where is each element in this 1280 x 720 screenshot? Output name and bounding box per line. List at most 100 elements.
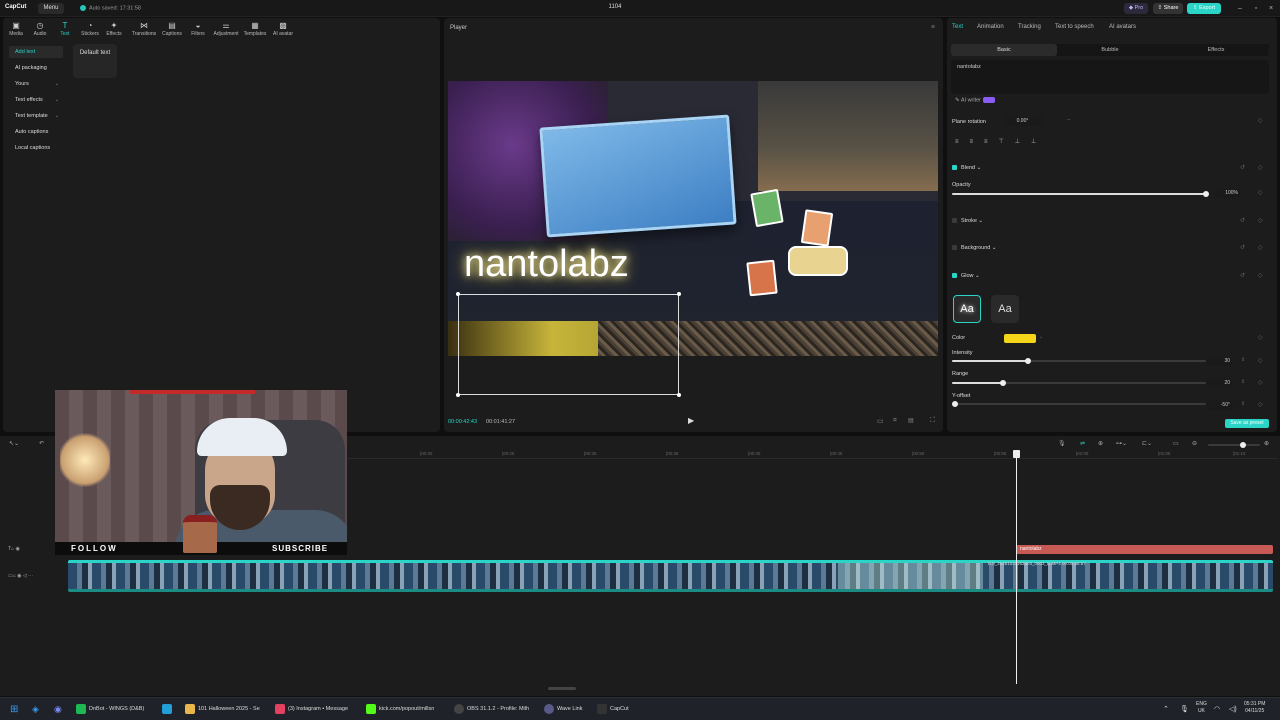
tool-text[interactable]: T Text <box>52 20 78 40</box>
fullscreen-icon[interactable]: ⛶ <box>930 417 935 425</box>
subtab-effects[interactable]: Effects <box>1163 44 1269 56</box>
tool-effects[interactable]: ✦ Effects <box>101 20 127 40</box>
ratio-icon[interactable]: ▤ <box>908 417 914 424</box>
tool-stickers[interactable]: ◔ Stickers <box>77 20 103 40</box>
tab-text-to-speech[interactable]: Text to speech <box>1055 24 1094 30</box>
save-preset-button[interactable]: Save as preset <box>1225 419 1269 428</box>
tool-ai-avatar[interactable]: ▩ AI avatar <box>267 20 299 40</box>
opacity-knob[interactable] <box>1203 191 1209 197</box>
timeline-scrollbar[interactable] <box>548 687 576 690</box>
glow-preset[interactable]: Aa <box>991 295 1019 323</box>
tab-animation[interactable]: Animation <box>977 24 1004 30</box>
sidebar-item-text-effects[interactable]: Text effects ⌄ <box>9 94 63 106</box>
stroke-checkbox[interactable] <box>952 218 957 224</box>
keyframe-icon[interactable]: ◇ <box>1258 334 1263 341</box>
stepper-icon[interactable]: ⇕ <box>1241 379 1245 385</box>
keyframe-icon[interactable]: ◇ <box>1258 117 1263 124</box>
taskbar-item[interactable]: (3) Instagram • Message <box>275 702 348 717</box>
background-checkbox[interactable] <box>952 245 957 251</box>
subtab-basic[interactable]: Basic <box>951 44 1057 56</box>
chevron-up-icon[interactable]: ⌃ <box>1163 702 1169 717</box>
minimize-icon[interactable]: – <box>1232 3 1248 14</box>
tab-ai-avatars[interactable]: AI avatars <box>1109 24 1136 30</box>
taskbar-item[interactable]: DnBot - WINGS (D&B) <box>76 702 144 717</box>
plane-rotation-input[interactable]: 0.00° <box>1005 117 1043 126</box>
export-button[interactable]: ⇧ Export <box>1187 3 1221 14</box>
range-knob[interactable] <box>999 380 1006 386</box>
background-section[interactable]: Background ⌄ <box>952 245 997 251</box>
keyframe-icon[interactable]: ◇ <box>1258 244 1263 251</box>
mic-icon[interactable]: 🎙 <box>1180 702 1189 717</box>
reset-icon[interactable]: ↺ <box>1240 272 1245 279</box>
video-clip[interactable] <box>68 560 1273 592</box>
default-text-card[interactable]: Default text <box>73 44 117 78</box>
play-icon[interactable]: ▶ <box>688 416 694 425</box>
select-tool-icon[interactable]: ↖⌄ <box>9 440 19 447</box>
tool-adjustment[interactable]: ⚌ Adjustment <box>209 20 243 40</box>
stepper-icon[interactable]: ⇕ <box>1241 401 1245 407</box>
taskbar-item[interactable]: kick.com/popout/millsn <box>366 702 434 717</box>
glow-color-swatch[interactable] <box>1004 334 1036 343</box>
crop-icon[interactable]: ⌗ <box>893 417 897 425</box>
taskbar-item[interactable]: Wave Link <box>544 702 582 717</box>
intensity-input[interactable]: 30 <box>1207 357 1233 366</box>
opacity-input[interactable]: 100% <box>1215 189 1241 198</box>
maximize-icon[interactable]: ▫ <box>1248 3 1264 14</box>
start-icon[interactable]: ⊞ <box>10 702 18 717</box>
clock[interactable]: 05:31 PM 04/11/25 <box>1244 701 1265 715</box>
tool-media[interactable]: ▣ Media <box>3 20 29 40</box>
taskbar-item[interactable] <box>162 702 175 717</box>
sidebar-item-text-template[interactable]: Text template ⌄ <box>9 110 63 122</box>
text-selection-box[interactable] <box>458 294 679 395</box>
resize-handle[interactable] <box>677 292 681 296</box>
glow-section[interactable]: Glow ⌄ <box>952 273 980 279</box>
resize-handle[interactable] <box>677 393 681 397</box>
taskbar-item[interactable]: CapCut <box>597 702 629 717</box>
playhead[interactable] <box>1013 450 1020 684</box>
blend-checkbox[interactable] <box>952 165 957 171</box>
reset-icon[interactable]: ↺ <box>1240 244 1245 251</box>
undo-icon[interactable]: ↶ <box>39 440 44 447</box>
zoom-in-icon[interactable]: ⊕ <box>1264 440 1269 447</box>
tab-tracking[interactable]: Tracking <box>1018 24 1041 30</box>
fit-icon[interactable]: ▭ <box>877 417 884 425</box>
sidebar-item-yours[interactable]: Yours ⌄ <box>9 78 63 90</box>
text-track-controls[interactable]: T⌂ ◉ <box>8 546 20 552</box>
keyframe-icon[interactable]: ◇ <box>1258 189 1263 196</box>
keyframe-icon[interactable]: ◇ <box>1258 217 1263 224</box>
menu-button[interactable]: Menu <box>38 3 64 14</box>
yoffset-input[interactable]: -50° <box>1207 401 1233 410</box>
opacity-slider[interactable] <box>952 191 1209 197</box>
yoffset-knob[interactable] <box>952 401 958 407</box>
taskbar-item[interactable]: 101 Halloween 2025 - Se <box>185 702 260 717</box>
range-slider[interactable] <box>952 380 1206 386</box>
alignment-buttons[interactable]: ≡≡≡⊤⊥⊥ <box>955 138 1047 145</box>
range-input[interactable]: 20 <box>1207 379 1233 388</box>
playhead-handle[interactable] <box>1013 450 1020 458</box>
tab-text[interactable]: Text <box>952 24 963 30</box>
keyframe-icon[interactable]: ◇ <box>1258 164 1263 171</box>
chevron-down-icon[interactable]: ⌄ <box>1039 334 1043 340</box>
caption-icon[interactable]: ▭ <box>1173 440 1179 447</box>
pro-button[interactable]: ◆ Pro <box>1124 3 1148 14</box>
glow-preset-selected[interactable]: Aa <box>953 295 981 323</box>
intensity-slider[interactable] <box>952 358 1206 364</box>
zoom-slider[interactable] <box>1208 442 1260 448</box>
sidebar-item-add-text[interactable]: Add text <box>9 46 63 58</box>
keyframe-icon[interactable]: ◇ <box>1258 401 1263 408</box>
sidebar-item-ai-packaging[interactable]: AI packaging <box>9 62 63 74</box>
reset-icon[interactable]: ↺ <box>1240 217 1245 224</box>
tool-audio[interactable]: ◷ Audio <box>27 20 53 40</box>
close-icon[interactable]: × <box>1263 3 1279 14</box>
mic-icon[interactable]: 🎙 <box>1058 440 1066 447</box>
share-button[interactable]: ⇪ Share <box>1153 3 1183 14</box>
split-icon[interactable]: ⊏⌄ <box>1142 440 1152 447</box>
sidebar-item-local-captions[interactable]: Local captions <box>9 142 63 154</box>
zoom-out-icon[interactable]: ⊖ <box>1192 440 1197 447</box>
resize-handle[interactable] <box>456 393 460 397</box>
preview-axis-icon[interactable]: ⊶⌄ <box>1116 440 1127 447</box>
copilot-icon[interactable]: ◈ <box>32 702 39 717</box>
link-icon[interactable]: ⇌ <box>1080 440 1085 447</box>
keyframe-icon[interactable]: ◇ <box>1258 272 1263 279</box>
sidebar-item-auto-captions[interactable]: Auto captions <box>9 126 63 138</box>
